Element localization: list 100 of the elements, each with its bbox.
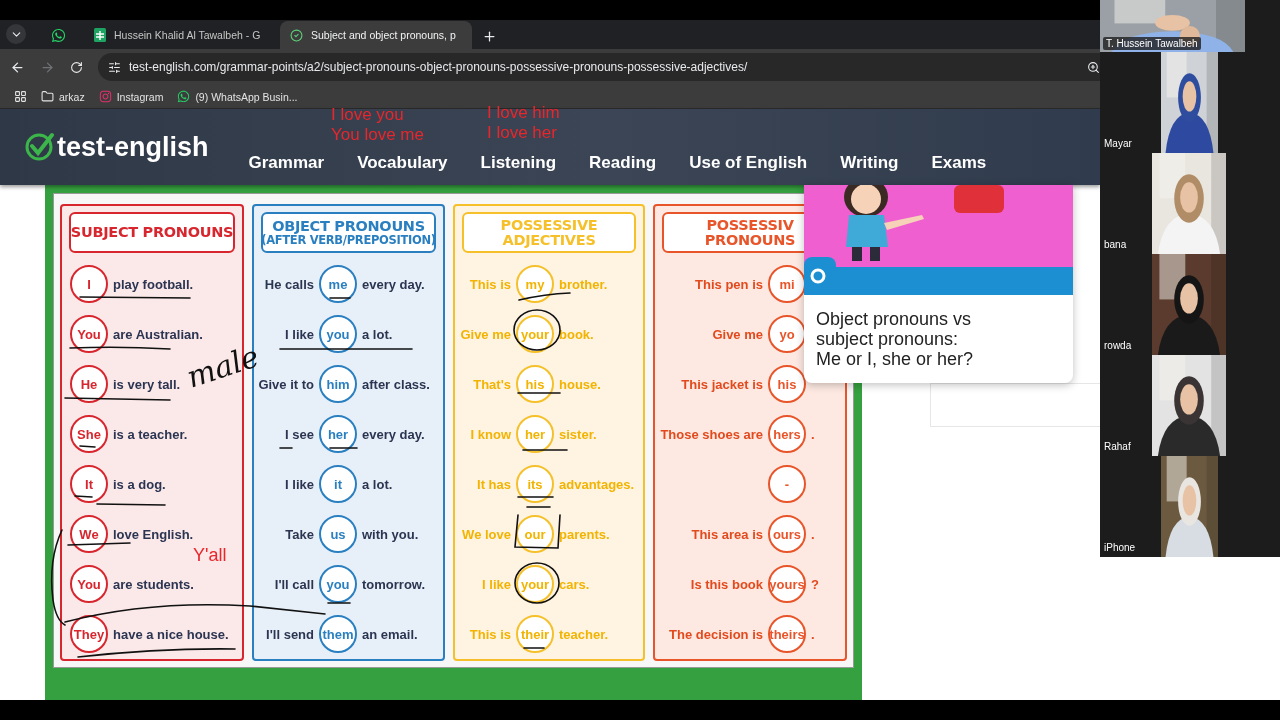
pronoun-circle: yo xyxy=(768,315,806,354)
pen-underline xyxy=(279,447,293,449)
participant-name: iPhone xyxy=(1104,542,1136,553)
nav-link[interactable]: Vocabulary xyxy=(357,153,448,173)
nav-link[interactable]: Listening xyxy=(480,153,557,173)
pronoun-circle: its xyxy=(516,465,554,504)
pen-underline xyxy=(518,292,571,301)
tab-list-button[interactable] xyxy=(6,24,26,45)
pronoun-circle: You xyxy=(70,565,108,604)
sentence-start: He calls xyxy=(263,276,314,292)
pronoun-circle: You xyxy=(70,315,108,354)
sentence-start: I know xyxy=(469,426,511,442)
sentence-end: are students. xyxy=(113,576,194,592)
sentence-end: cars. xyxy=(559,576,590,592)
reload-button[interactable] xyxy=(70,60,83,74)
pronoun-circle: her xyxy=(319,415,357,454)
pronoun-circle: you xyxy=(319,565,357,604)
nav-link[interactable]: Exams xyxy=(931,153,987,173)
pronoun-circle: me xyxy=(319,265,357,304)
column-title: OBJECT PRONOUNS xyxy=(272,219,425,235)
zoom-icon[interactable] xyxy=(1087,60,1100,74)
pronoun-circle: mi xyxy=(768,265,806,304)
sentence-end: is very tall. xyxy=(113,376,181,392)
sentence-end: is a teacher. xyxy=(113,426,188,442)
nav-link[interactable]: Use of English xyxy=(689,153,808,173)
pronoun-circle: him xyxy=(319,365,357,404)
folder-icon xyxy=(41,90,54,104)
pen-underline xyxy=(96,503,166,506)
pronoun-circle: yours xyxy=(768,565,806,604)
check-icon xyxy=(24,132,54,163)
sentence-start: Take xyxy=(284,526,314,542)
pronoun-circle: It xyxy=(70,465,108,504)
sentence-end: every day. xyxy=(362,426,425,442)
sentence-start: This pen is xyxy=(694,276,763,292)
video-popup[interactable]: Object pronouns vs subject pronouns: Me or I, she or her? xyxy=(804,185,1073,383)
nav-link[interactable]: Grammar xyxy=(248,153,325,173)
pronoun-circle: theirs xyxy=(768,615,806,653)
pen-bracket xyxy=(514,514,561,549)
bookmark[interactable]: Instagram xyxy=(98,90,164,104)
sentence-start: That's xyxy=(472,376,511,392)
pronoun-circle: They xyxy=(70,615,108,653)
sentence-end: are Australian. xyxy=(113,326,203,342)
chat-icon xyxy=(50,27,66,43)
sentence-start: I'll call xyxy=(273,576,314,592)
pronoun-circle: his xyxy=(516,365,554,404)
handwritten-note: You love me xyxy=(331,126,424,143)
apps-icon[interactable] xyxy=(14,90,27,104)
pronoun-circle: it xyxy=(319,465,357,504)
sentence-start: I like xyxy=(481,576,511,592)
sentence-start: It has xyxy=(476,476,511,492)
handwritten-note: I love him xyxy=(487,104,560,121)
pen-underline xyxy=(74,495,93,498)
pronoun-circle: She xyxy=(70,415,108,454)
sentence-start: Give it to xyxy=(257,376,314,392)
pen-circle xyxy=(513,309,561,351)
sentence-start: This area is xyxy=(690,526,763,542)
column-title: PRONOUNS xyxy=(704,232,796,248)
address-field[interactable]: test-english.com/grammar-points/a2/subject-pronouns-object-pronouns-possessive-pronouns-possessive-adjectives/ xyxy=(98,53,1100,82)
pen-underline xyxy=(522,449,568,451)
handwritten-note: I love her xyxy=(487,124,557,141)
sentence-end: advantages. xyxy=(559,476,635,492)
sentence-start: I see xyxy=(284,426,314,442)
sentence-start: This is xyxy=(468,276,511,292)
sentence-start: We love xyxy=(461,526,511,542)
reload-icon xyxy=(70,60,83,74)
pronoun-circle: you xyxy=(319,315,357,354)
sentence-end: an email. xyxy=(362,626,418,642)
site-logo[interactable]: test-english xyxy=(24,131,209,163)
sentence-start: I like xyxy=(284,476,314,492)
sentence-end: teacher. xyxy=(559,626,609,642)
sentence-end: ? xyxy=(811,576,819,592)
pen-underline xyxy=(79,445,96,448)
sentence-end: tomorrow. xyxy=(362,576,426,592)
sentence-end: . xyxy=(811,426,815,442)
pen-underline xyxy=(327,602,351,604)
sentence-end: sister. xyxy=(559,426,597,442)
back-button[interactable] xyxy=(10,59,25,75)
sentence-end: . xyxy=(811,626,815,642)
sentence-end: a lot. xyxy=(362,326,393,342)
browser-tab[interactable]: Subject and object pronouns, p xyxy=(280,21,472,50)
participant-name: Rahaf xyxy=(1104,441,1131,452)
handwritten-note: I love you xyxy=(331,106,404,123)
pronoun-circle: her xyxy=(516,415,554,454)
sentence-end: with you. xyxy=(362,526,419,542)
pronoun-circle: We xyxy=(70,515,108,554)
participant-name: rowda xyxy=(1104,340,1132,351)
spreadsheet-icon xyxy=(94,28,106,43)
column-title: POSSESSIVE xyxy=(500,217,598,233)
bookmark[interactable]: (9) WhatsApp Busin... xyxy=(177,90,298,104)
site-info-icon[interactable] xyxy=(108,60,121,74)
sentence-end: book. xyxy=(559,326,594,342)
sentence-start: I'll send xyxy=(265,626,314,642)
pen-circle xyxy=(514,562,560,604)
nav-link[interactable]: Writing xyxy=(840,153,899,173)
nav-link[interactable]: Reading xyxy=(589,153,657,173)
sentence-end: brother. xyxy=(559,276,608,292)
pen-underline xyxy=(329,447,358,449)
pen-underline xyxy=(526,506,551,508)
pen-underline xyxy=(329,297,351,299)
bookmark[interactable]: arkaz xyxy=(41,90,85,104)
